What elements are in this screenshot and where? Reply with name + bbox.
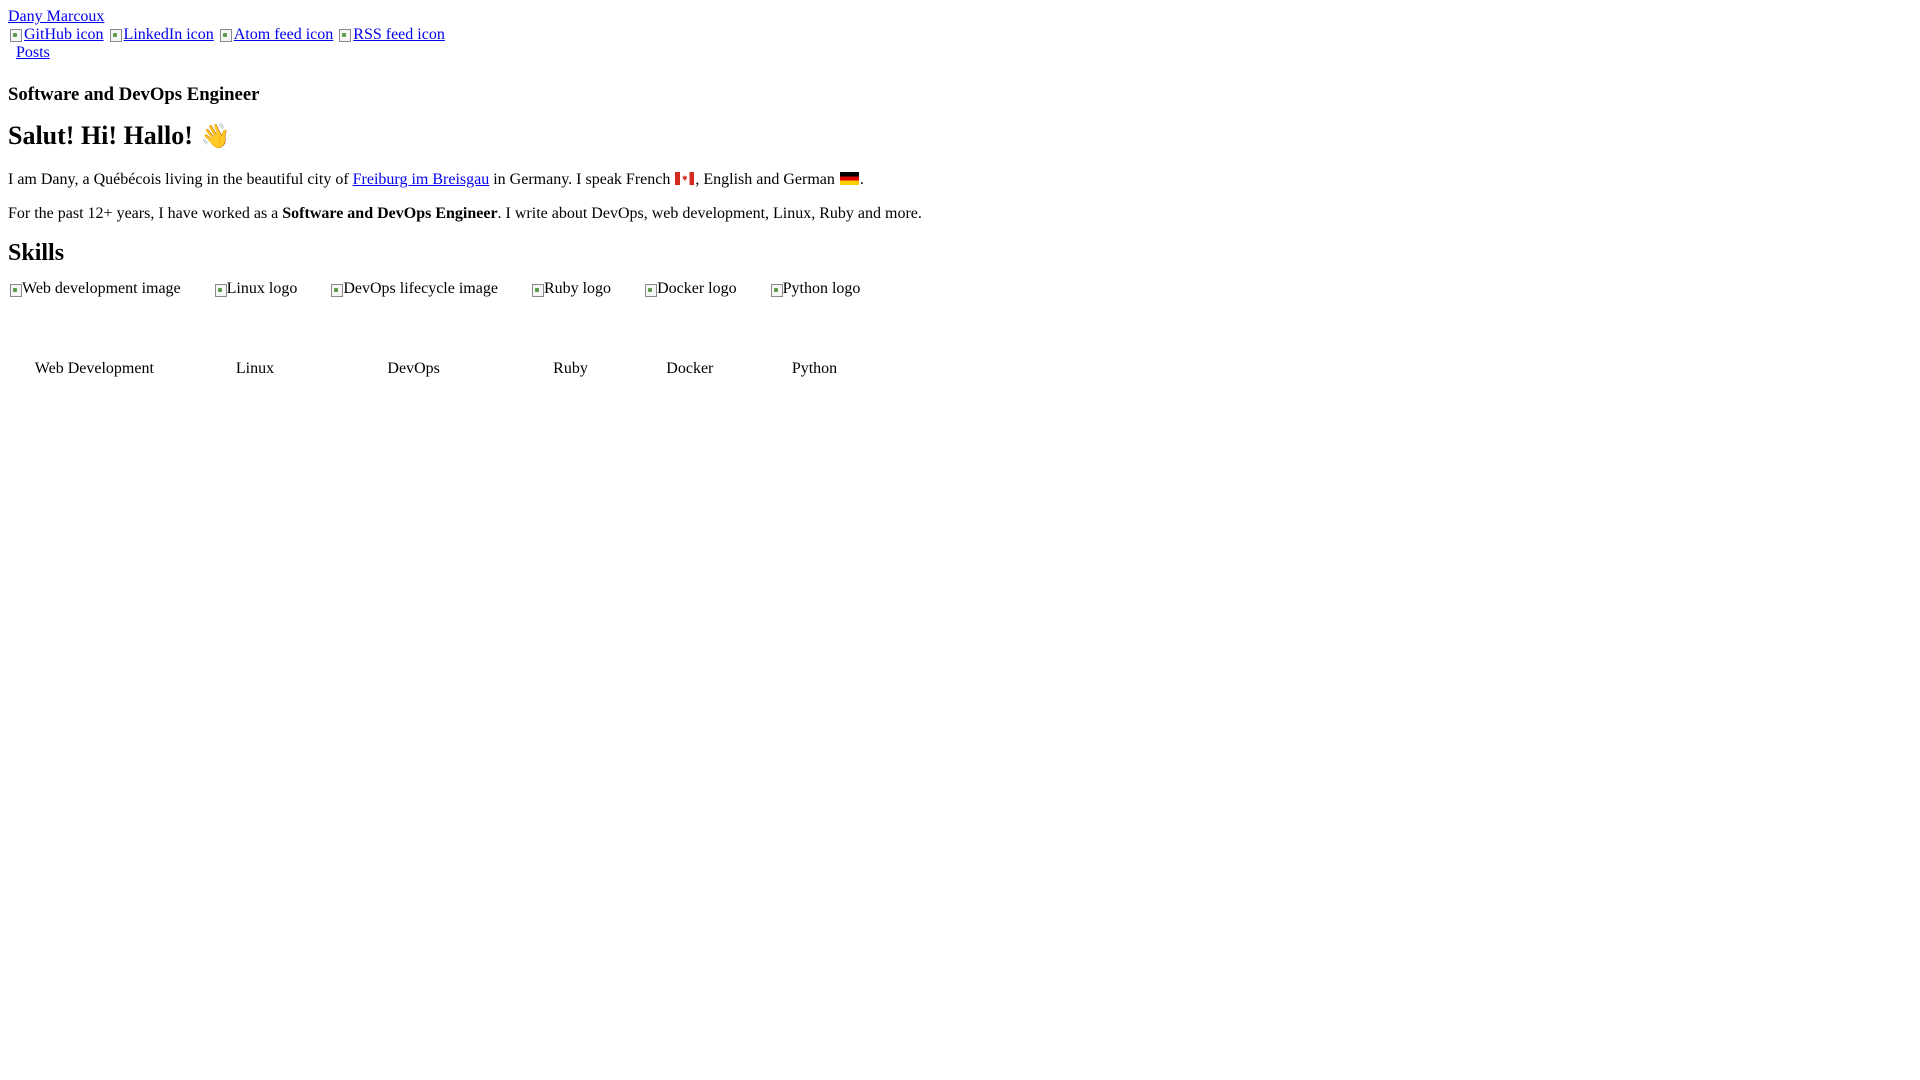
linkedin-link[interactable]: LinkedIn icon [108, 26, 214, 44]
experience-paragraph: For the past 12+ years, I have worked as… [8, 205, 1912, 223]
intro-text-4: . [859, 171, 864, 188]
skill-label: Linux [235, 360, 275, 377]
ruby-logo: Ruby logo [530, 279, 611, 299]
main-nav: Posts [8, 44, 1912, 62]
docker-logo: Docker logo [643, 279, 737, 299]
linkedin-icon [108, 27, 124, 43]
broken-image-icon [8, 282, 22, 297]
atom-feed-link[interactable]: Atom feed icon [218, 26, 334, 44]
greeting-text: Salut! Hi! Hallo! [8, 121, 193, 150]
broken-image-icon [643, 282, 658, 297]
devops-lifecycle-image: DevOps lifecycle image [329, 279, 498, 299]
atom-feed-icon [218, 27, 234, 43]
freiburg-link[interactable]: Freiburg im Breisgau [353, 171, 490, 188]
skill-item-devops: DevOps lifecycle image DevOps [329, 279, 498, 378]
site-title-link[interactable]: Dany Marcoux [8, 8, 1912, 26]
experience-text-2: . I write about DevOps, web development,… [497, 205, 922, 222]
germany-flag-icon [839, 172, 859, 185]
atom-feed-icon-alt: Atom feed icon [233, 26, 334, 43]
broken-image-icon [329, 282, 344, 297]
skill-label: DevOps [387, 360, 440, 377]
nav-posts-link[interactable]: Posts [16, 44, 50, 61]
docker-logo-alt: Docker logo [657, 280, 737, 297]
experience-role: Software and DevOps Engineer [282, 205, 498, 222]
intro-paragraph: I am Dany, a Québécois living in the bea… [8, 171, 1912, 189]
broken-image-icon [213, 282, 227, 297]
skill-label: Web Development [34, 360, 154, 377]
github-icon [8, 27, 24, 43]
intro-text-1: I am Dany, a Québécois living in the bea… [8, 171, 353, 188]
devops-image-alt: DevOps lifecycle image [343, 280, 498, 297]
linux-logo: Linux logo [213, 279, 298, 299]
ruby-logo-alt: Ruby logo [543, 280, 612, 297]
web-development-image-alt: Web development image [22, 280, 181, 297]
python-logo-alt: Python logo [782, 280, 861, 297]
intro-text-2: in Germany. I speak French [489, 171, 675, 188]
rss-feed-icon [337, 27, 353, 43]
linux-logo-alt: Linux logo [226, 280, 298, 297]
skill-item-docker: Docker logo Docker [643, 279, 737, 378]
page: Dany Marcoux GitHub icon LinkedIn icon A… [0, 0, 1920, 378]
skill-label: Python [791, 360, 838, 377]
linkedin-icon-alt: LinkedIn icon [123, 26, 214, 43]
github-link[interactable]: GitHub icon [8, 26, 104, 44]
skill-item-python: Python logo Python [769, 279, 861, 378]
canada-flag-icon [675, 172, 695, 185]
broken-image-icon [769, 282, 783, 297]
skill-item-linux: Linux logo Linux [213, 279, 298, 378]
social-links: GitHub icon LinkedIn icon Atom feed icon… [8, 26, 1912, 44]
skill-label: Ruby [553, 360, 588, 377]
broken-image-icon [530, 282, 544, 297]
web-development-image: Web development image [8, 279, 181, 299]
waving-hand-icon: 👋 [200, 122, 231, 150]
rss-feed-link[interactable]: RSS feed icon [337, 26, 445, 44]
skill-label: Docker [666, 360, 714, 377]
python-logo: Python logo [769, 279, 861, 299]
skill-item-ruby: Ruby logo Ruby [530, 279, 611, 378]
skill-item-web-development: Web development image Web Development [8, 279, 181, 378]
experience-text-1: For the past 12+ years, I have worked as… [8, 205, 283, 222]
greeting-heading: Salut! Hi! Hallo! 👋 [8, 120, 1912, 152]
skills-list: Web development image Web Development Li… [8, 279, 1912, 378]
rss-feed-icon-alt: RSS feed icon [353, 26, 445, 43]
intro-text-3: , English and German [695, 171, 839, 188]
github-icon-alt: GitHub icon [24, 26, 104, 43]
tagline: Software and DevOps Engineer [8, 84, 260, 105]
skills-heading: Skills [8, 240, 65, 266]
